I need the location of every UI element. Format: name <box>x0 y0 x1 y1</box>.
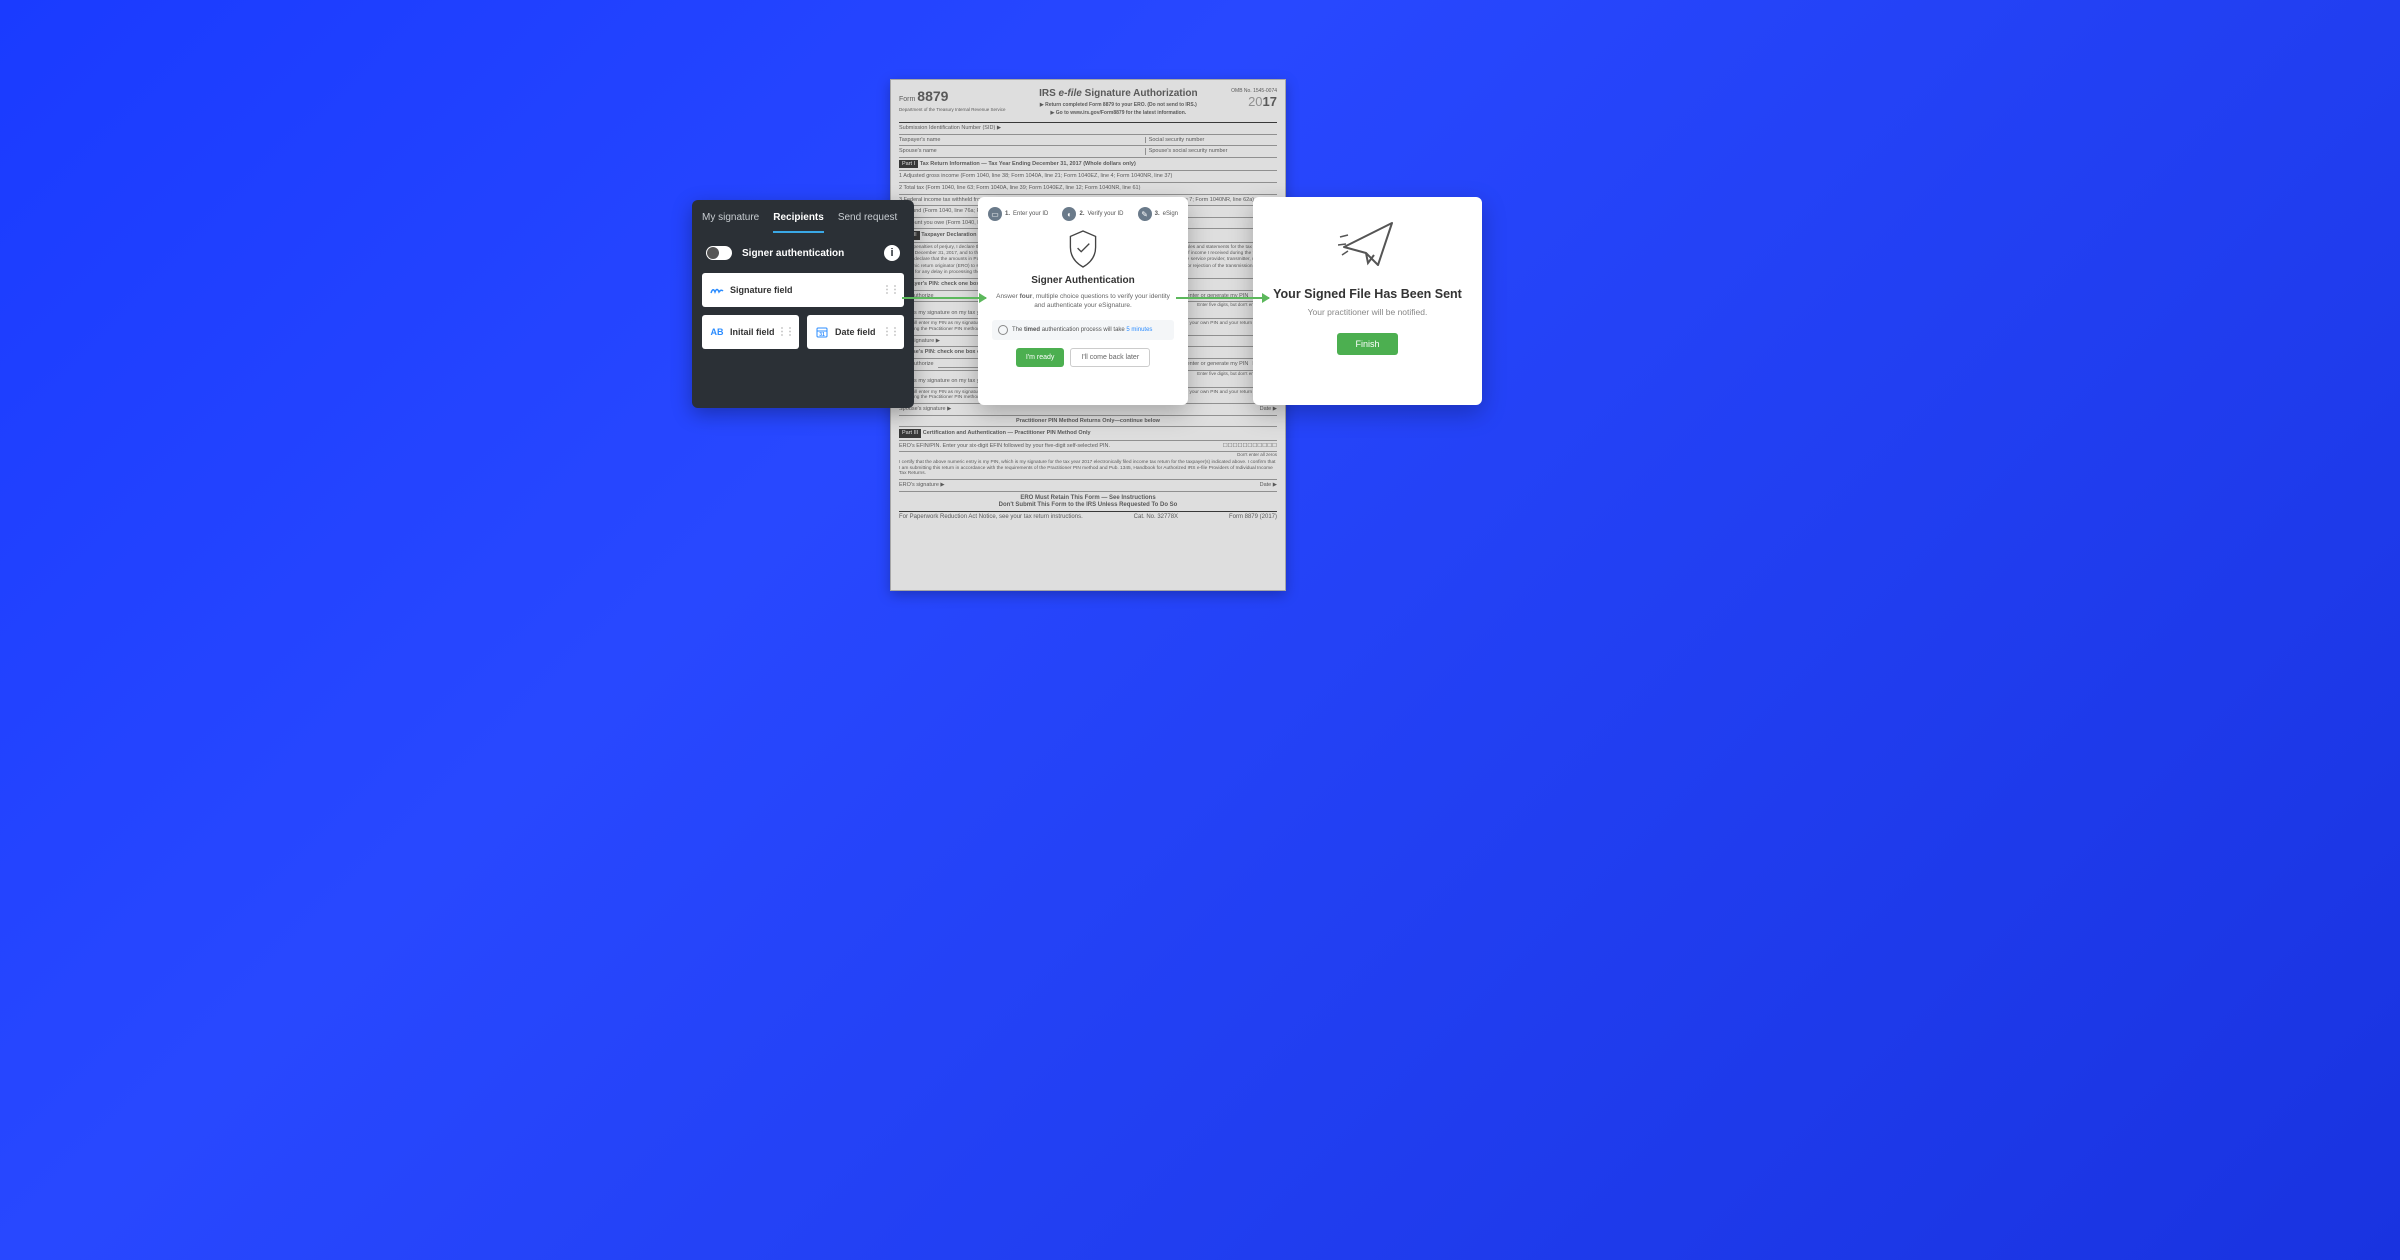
pen-icon: ✎ <box>1138 207 1152 221</box>
clock-icon <box>998 325 1008 335</box>
panel-tabs: My signature Recipients Send request <box>692 200 914 233</box>
auth-steps: ▭1.Enter your ID ◐2.Verify your ID ✎3.eS… <box>988 207 1178 221</box>
sent-confirmation-card: Your Signed File Has Been Sent Your prac… <box>1253 197 1482 405</box>
signature-icon <box>710 283 724 297</box>
info-icon[interactable]: i <box>884 245 900 261</box>
signer-auth-toggle[interactable] <box>706 246 732 260</box>
step-verify-id: ◐2.Verify your ID <box>1062 207 1123 221</box>
calendar-icon: 31 <box>815 325 829 339</box>
id-card-icon: ▭ <box>988 207 1002 221</box>
signer-auth-modal: ▭1.Enter your ID ◐2.Verify your ID ✎3.eS… <box>978 197 1188 405</box>
form-subtitle-1: ▶ Return completed Form 8879 to your ERO… <box>1006 102 1232 108</box>
initial-icon: AB <box>710 325 724 339</box>
modal-description: Answer four, multiple choice questions t… <box>988 292 1178 310</box>
flow-arrow-1 <box>902 297 986 299</box>
step-enter-id: ▭1.Enter your ID <box>988 207 1048 221</box>
form-dept: Department of the Treasury Internal Reve… <box>899 107 1006 112</box>
sid-row: Submission Identification Number (SID) ▶ <box>899 123 1277 135</box>
initial-field-label: Initail field <box>730 327 775 337</box>
come-back-later-button[interactable]: I'll come back later <box>1070 348 1150 367</box>
modal-title: Signer Authentication <box>988 275 1178 286</box>
ready-button[interactable]: I'm ready <box>1016 348 1065 367</box>
confirmation-title: Your Signed File Has Been Sent <box>1267 287 1468 301</box>
svg-text:31: 31 <box>819 332 825 338</box>
form-label: Form <box>899 96 915 103</box>
drag-handle-icon: ⋮⋮ <box>882 327 898 338</box>
initial-field[interactable]: AB Initail field ⋮⋮ <box>702 315 799 349</box>
paper-plane-icon <box>1267 217 1468 271</box>
step-esign: ✎3.eSign <box>1138 207 1178 221</box>
signature-field-label: Signature field <box>730 285 793 295</box>
drag-handle-icon: ⋮⋮ <box>777 327 793 338</box>
flow-arrow-2 <box>1176 297 1269 299</box>
drag-handle-icon: ⋮⋮ <box>882 285 898 296</box>
date-field[interactable]: 31 Date field ⋮⋮ <box>807 315 904 349</box>
signature-field[interactable]: Signature field ⋮⋮ <box>702 273 904 307</box>
confirmation-desc: Your practitioner will be notified. <box>1267 307 1468 317</box>
timed-notice: The timed authentication process will ta… <box>992 320 1174 340</box>
shield-check-icon <box>988 229 1178 269</box>
tab-my-signature[interactable]: My signature <box>702 212 759 233</box>
finish-button[interactable]: Finish <box>1337 333 1397 355</box>
signer-auth-label: Signer authentication <box>742 248 874 259</box>
tab-recipients[interactable]: Recipients <box>773 212 824 233</box>
tab-send-request[interactable]: Send request <box>838 212 898 233</box>
date-field-label: Date field <box>835 327 876 337</box>
form-number: 8879 <box>917 88 948 104</box>
form-subtitle-2: ▶ Go to www.irs.gov/Form8879 for the lat… <box>1006 110 1232 116</box>
signature-panel: My signature Recipients Send request Sig… <box>692 200 914 408</box>
verify-icon: ◐ <box>1062 207 1076 221</box>
